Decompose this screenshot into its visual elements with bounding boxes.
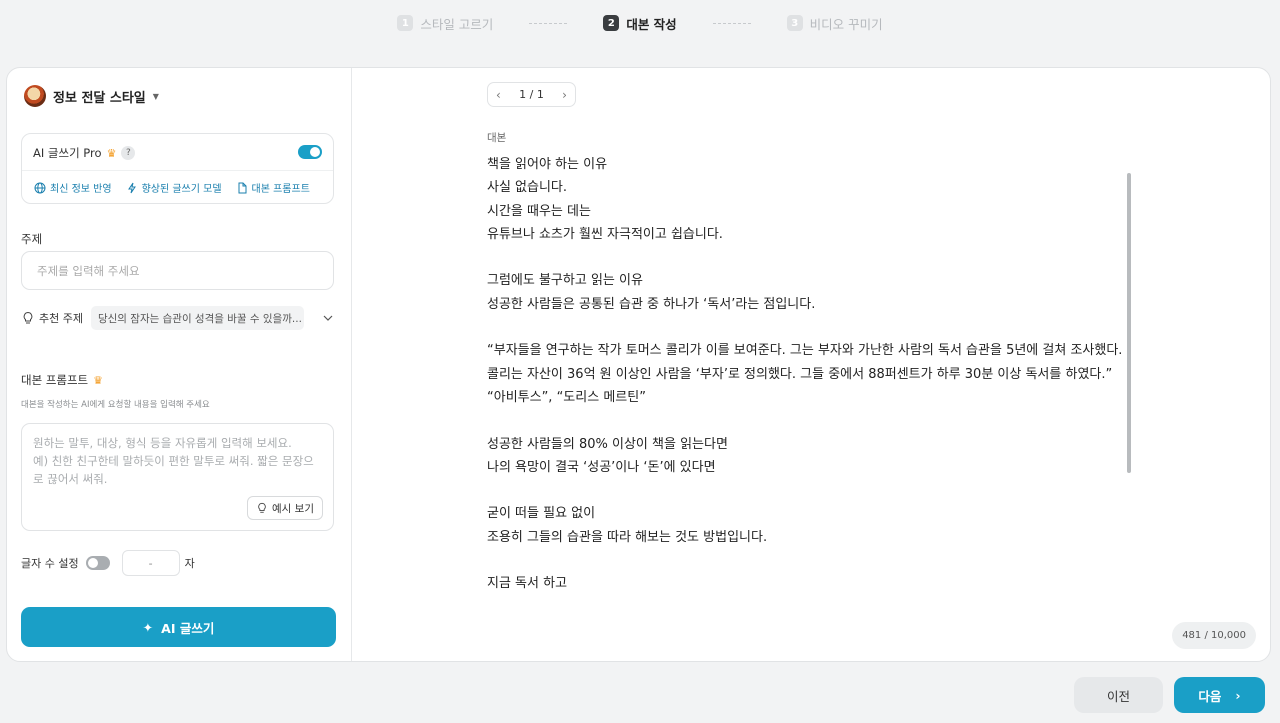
style-name: 정보 전달 스타일 [53, 90, 146, 106]
ai-pro-toggle[interactable] [298, 145, 322, 159]
feature-label: 최신 정보 반영 [50, 184, 112, 195]
page-navigator: ‹ 1 / 1 › [487, 82, 576, 107]
example-button[interactable]: 예시 보기 [247, 496, 323, 520]
script-panel: ‹ 1 / 1 › 대본 책을 읽어야 하는 이유사실 없습니다. 시간을 때우는… [352, 68, 1270, 661]
feature-label: 대본 프롬프트 [251, 184, 310, 195]
char-limit-label: 글자 수 설정 [21, 557, 79, 570]
step-divider [712, 22, 751, 24]
lightbulb-icon [258, 502, 266, 513]
script-line: “부자들을 연구하는 작가 토머스 콜리가 이를 보여준다. 그는 부자와 가난… [487, 343, 1123, 382]
divider [22, 170, 333, 171]
chevron-right-icon[interactable]: › [562, 88, 567, 102]
char-limit-row: 글자 수 설정 자 [21, 550, 195, 576]
feature-script-prompt[interactable]: 대본 프롬프트 [236, 180, 310, 195]
help-icon[interactable]: ? [121, 146, 136, 160]
script-line: 조용히 그들의 습관을 따라 해보는 것도 방법입니다. [487, 529, 768, 545]
ai-pro-box: AI 글쓰기 Pro ♛ ? 최신 정보 반영 향상된 글쓰기 모델 대본 프롬… [21, 133, 334, 204]
step-label: 대본 작성 [626, 16, 677, 32]
bolt-icon [127, 182, 136, 193]
prompt-title: 대본 프롬프트 [21, 373, 89, 387]
step-number: 2 [603, 15, 620, 31]
feature-improved-model[interactable]: 향상된 글쓰기 모델 [126, 180, 222, 195]
crown-icon: ♛ [93, 373, 104, 387]
script-line [487, 409, 1137, 432]
script-line [487, 246, 1137, 269]
ai-write-button[interactable]: ✦ AI 글쓰기 [21, 607, 336, 647]
prompt-textarea[interactable]: 원하는 말투, 대상, 형식 등을 자유롭게 입력해 보세요. 예) 친한 친구… [21, 423, 334, 531]
stepper: 1 스타일 고르기 2 대본 작성 3 비디오 꾸미기 [0, 0, 1280, 46]
script-line: 사실 없습니다. [487, 180, 568, 196]
scrollbar[interactable] [1127, 173, 1131, 473]
next-label: 다음 [1198, 688, 1222, 704]
script-line: 지금 독서 하고 [487, 576, 568, 592]
step-video: 3 비디오 꾸미기 [786, 14, 883, 33]
script-line: “아비투스”, “도리스 메르틴” [487, 389, 646, 405]
chevron-left-icon[interactable]: ‹ [496, 88, 501, 102]
chevron-right-icon: › [1235, 687, 1241, 703]
style-avatar [24, 85, 46, 107]
ai-pro-label: AI 글쓰기 Pro [33, 146, 102, 160]
script-line [487, 549, 1137, 572]
feature-label: 향상된 글쓰기 모델 [141, 184, 222, 195]
prompt-placeholder: 원하는 말투, 대상, 형식 등을 자유롭게 입력해 보세요. 예) 친한 친구… [33, 436, 314, 486]
step-style: 1 스타일 고르기 [397, 14, 493, 33]
page-indicator: 1 / 1 [519, 88, 544, 101]
script-line: 굳이 떠들 필요 없이 [487, 506, 596, 522]
script-line: 유튜브나 쇼츠가 훨씬 자극적이고 쉽습니다. [487, 226, 723, 242]
feature-latest-info[interactable]: 최신 정보 반영 [34, 180, 112, 195]
prompt-title-row: 대본 프롬프트 ♛ [21, 372, 103, 388]
step-label: 스타일 고르기 [420, 16, 494, 32]
subject-input[interactable] [21, 251, 334, 290]
editor-card: 정보 전달 스타일 ▼ AI 글쓰기 Pro ♛ ? 최신 정보 반영 향상된 … [6, 67, 1271, 662]
example-button-label: 예시 보기 [272, 502, 314, 515]
script-line: 성공한 사람들은 공통된 습관 중 하나가 ‘독서’라는 점입니다. [487, 296, 816, 312]
chevron-down-icon[interactable] [322, 312, 334, 324]
char-count-badge: 481 / 10,000 [1172, 622, 1256, 649]
subject-label: 주제 [21, 232, 43, 246]
recommend-label: 추천 주제 [39, 312, 83, 325]
crown-icon: ♛ [106, 146, 117, 160]
document-icon [238, 182, 247, 193]
caret-down-icon: ▼ [152, 91, 159, 101]
char-limit-unit: 자 [184, 557, 195, 570]
ai-write-label: AI 글쓰기 [161, 620, 215, 636]
script-line: 시간을 때우는 데는 [487, 203, 591, 219]
step-divider [529, 22, 568, 24]
next-button[interactable]: 다음 › [1174, 677, 1265, 713]
pro-features: 최신 정보 반영 향상된 글쓰기 모델 대본 프롬프트 [34, 180, 310, 195]
recommend-row: 추천 주제 당신의 잠자는 습관이 성격을 바꿀 수 있을까... [21, 306, 334, 330]
script-line [487, 479, 1137, 502]
prev-button[interactable]: 이전 [1074, 677, 1163, 713]
script-line: 성공한 사람들의 80% 이상이 책을 읽는다면 [487, 436, 728, 452]
magic-wand-icon: ✦ [142, 619, 154, 635]
ai-pro-row: AI 글쓰기 Pro ♛ ? [33, 145, 136, 161]
script-line [487, 316, 1137, 339]
globe-icon [34, 182, 46, 193]
char-limit-toggle[interactable] [85, 556, 110, 570]
step-script: 2 대본 작성 [603, 14, 677, 33]
script-line: 나의 욕망이 결국 ‘성공’이나 ‘돈’에 있다면 [487, 459, 716, 475]
recommend-topic-chip[interactable]: 당신의 잠자는 습관이 성격을 바꿀 수 있을까... [90, 306, 304, 330]
script-label: 대본 [487, 132, 507, 144]
step-number: 1 [397, 15, 414, 31]
step-number: 3 [786, 15, 803, 31]
lightbulb-icon [23, 311, 33, 324]
script-line: 책을 읽어야 하는 이유 [487, 157, 608, 172]
step-label: 비디오 꾸미기 [809, 16, 883, 32]
script-line: 그럼에도 불구하고 읽는 이유 [487, 273, 643, 289]
prompt-hint: 대본을 작성하는 AI에게 요청할 내용을 입력해 주세요 [21, 400, 210, 410]
prev-label: 이전 [1106, 688, 1130, 704]
settings-panel: 정보 전달 스타일 ▼ AI 글쓰기 Pro ♛ ? 최신 정보 반영 향상된 … [7, 68, 352, 661]
script-editor[interactable]: 책을 읽어야 하는 이유사실 없습니다. 시간을 때우는 데는유튜브나 쇼츠가 훨… [487, 153, 1137, 606]
char-limit-input[interactable] [121, 550, 180, 576]
style-selector[interactable]: 정보 전달 스타일 ▼ [24, 85, 159, 107]
